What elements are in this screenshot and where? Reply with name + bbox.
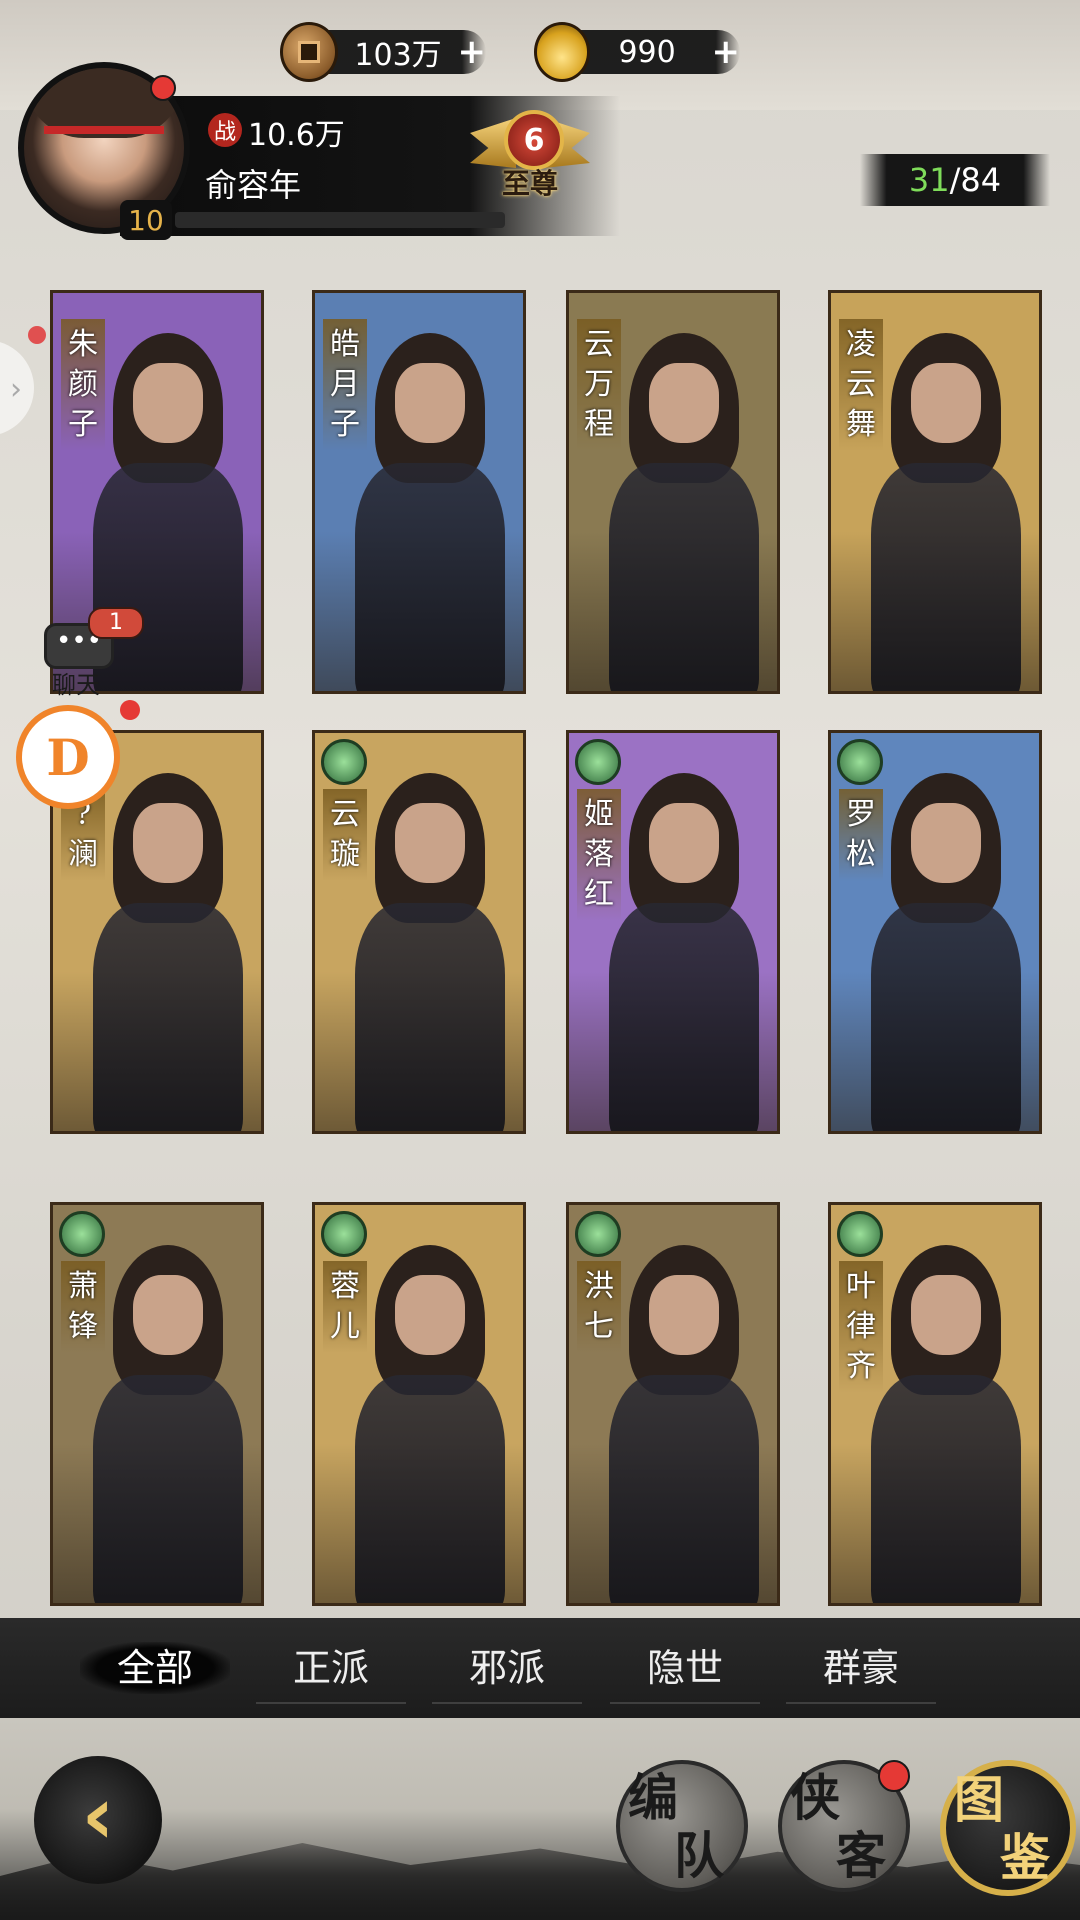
tab-divider <box>256 1702 406 1704</box>
gold-ingot-icon <box>534 22 591 82</box>
hero-card[interactable]: 洪 七 <box>566 1202 780 1606</box>
hero-count-owned: 31 <box>908 161 950 199</box>
hero-name: 罗 松 <box>839 789 883 881</box>
faction-emblem-icon <box>321 739 367 785</box>
hero-name: 云 璇 <box>323 789 367 881</box>
copper-currency[interactable]: 103万 + <box>280 22 487 82</box>
tab-heroes[interactable]: 群豪 <box>786 1642 936 1694</box>
hero-card[interactable]: 罗 松 <box>828 730 1042 1134</box>
chevron-right-icon: › <box>10 372 22 407</box>
faction-filter-tabs: 全部 正派 邪派 隐世 群豪 <box>0 1618 1080 1718</box>
vip-rank-number: 6 <box>504 110 564 170</box>
hero-name: 蓉 儿 <box>323 1261 367 1353</box>
codex-label-2: 鉴 <box>1000 1828 1050 1887</box>
combat-power-value: 10.6万 <box>248 118 345 153</box>
heroes-label-1: 侠 <box>790 1768 840 1827</box>
gold-currency[interactable]: 990 + <box>534 22 741 82</box>
tab-evil[interactable]: 邪派 <box>432 1642 582 1694</box>
faction-emblem-icon <box>575 739 621 785</box>
tab-righteous[interactable]: 正派 <box>256 1642 406 1694</box>
hero-card[interactable]: 云 万 程 <box>566 290 780 694</box>
tab-divider <box>432 1702 582 1704</box>
chat-label: 聊天 <box>52 671 100 699</box>
formation-button[interactable]: 编 队 <box>616 1760 748 1892</box>
bottom-panel <box>0 1718 1080 1920</box>
hero-count: 31/84 <box>860 154 1050 206</box>
hero-name: 姬 落 红 <box>577 789 621 921</box>
gold-value: 990 <box>618 34 676 70</box>
hero-name: 皓 月 子 <box>323 319 367 451</box>
hero-card[interactable]: 萧 锋 <box>50 1202 264 1606</box>
formation-label-1: 编 <box>628 1768 678 1827</box>
side-notification-dot <box>28 326 46 344</box>
chat-unread-count: 1 <box>88 607 144 639</box>
faction-emblem-icon <box>575 1211 621 1257</box>
hero-card[interactable]: 蓉 儿 <box>312 1202 526 1606</box>
tab-divider <box>786 1702 936 1704</box>
tab-all[interactable]: 全部 <box>80 1642 230 1694</box>
formation-label-2: 队 <box>674 1826 724 1885</box>
hero-count-total: 84 <box>960 161 1002 199</box>
hero-name: 云 万 程 <box>577 319 621 451</box>
player-level: 10 <box>120 200 172 240</box>
vip-rank-label: 至尊 <box>501 167 558 200</box>
codex-button[interactable]: 图 鉴 <box>940 1760 1076 1896</box>
faction-emblem-icon <box>837 739 883 785</box>
ink-mountain-decoration <box>0 1843 1080 1920</box>
side-drawer-handle[interactable]: › <box>0 340 34 436</box>
chat-button[interactable]: ••• 1 聊天 <box>44 607 144 699</box>
hero-card[interactable]: 皓 月 子 <box>312 290 526 694</box>
assistant-notification-dot <box>120 700 140 720</box>
copper-coin-icon <box>280 22 339 82</box>
back-arrow-icon: ‹ <box>81 1769 115 1862</box>
avatar-notification-dot <box>150 75 176 101</box>
hero-grid: 朱 颜 子皓 月 子云 万 程凌 云 舞? 澜云 璇姬 落 红罗 松萧 锋蓉 儿… <box>50 290 1050 1612</box>
back-button[interactable]: ‹ <box>34 1756 162 1884</box>
experience-bar <box>175 212 505 228</box>
faction-emblem-icon <box>321 1211 367 1257</box>
tab-divider <box>610 1702 760 1704</box>
hero-card[interactable]: 云 璇 <box>312 730 526 1134</box>
copper-value: 103万 <box>354 38 442 73</box>
hero-name: 朱 颜 子 <box>61 319 105 451</box>
codex-label-1: 图 <box>954 1770 1004 1829</box>
add-copper-button[interactable]: + <box>458 32 487 72</box>
hero-card[interactable]: 姬 落 红 <box>566 730 780 1134</box>
hero-count-separator: / <box>949 161 961 199</box>
player-name: 俞容年 <box>205 166 302 204</box>
hero-name: 凌 云 舞 <box>839 319 883 451</box>
combat-power-icon: 战 <box>208 113 242 147</box>
hero-card[interactable]: 凌 云 舞 <box>828 290 1042 694</box>
hero-name: 洪 七 <box>577 1261 621 1353</box>
add-gold-button[interactable]: + <box>712 32 741 72</box>
hero-name: 叶 律 齐 <box>839 1261 883 1393</box>
assistant-logo-icon: D <box>46 727 90 787</box>
vip-rank-badge[interactable]: 6 至尊 <box>470 100 590 200</box>
heroes-label-2: 客 <box>836 1826 886 1885</box>
tab-hermit[interactable]: 隐世 <box>610 1642 760 1694</box>
hero-card[interactable]: 叶 律 齐 <box>828 1202 1042 1606</box>
faction-emblem-icon <box>59 1211 105 1257</box>
heroes-notification-dot <box>878 1760 910 1792</box>
floating-assistant-button[interactable]: D <box>16 705 120 809</box>
faction-emblem-icon <box>837 1211 883 1257</box>
hero-name: 萧 锋 <box>61 1261 105 1353</box>
